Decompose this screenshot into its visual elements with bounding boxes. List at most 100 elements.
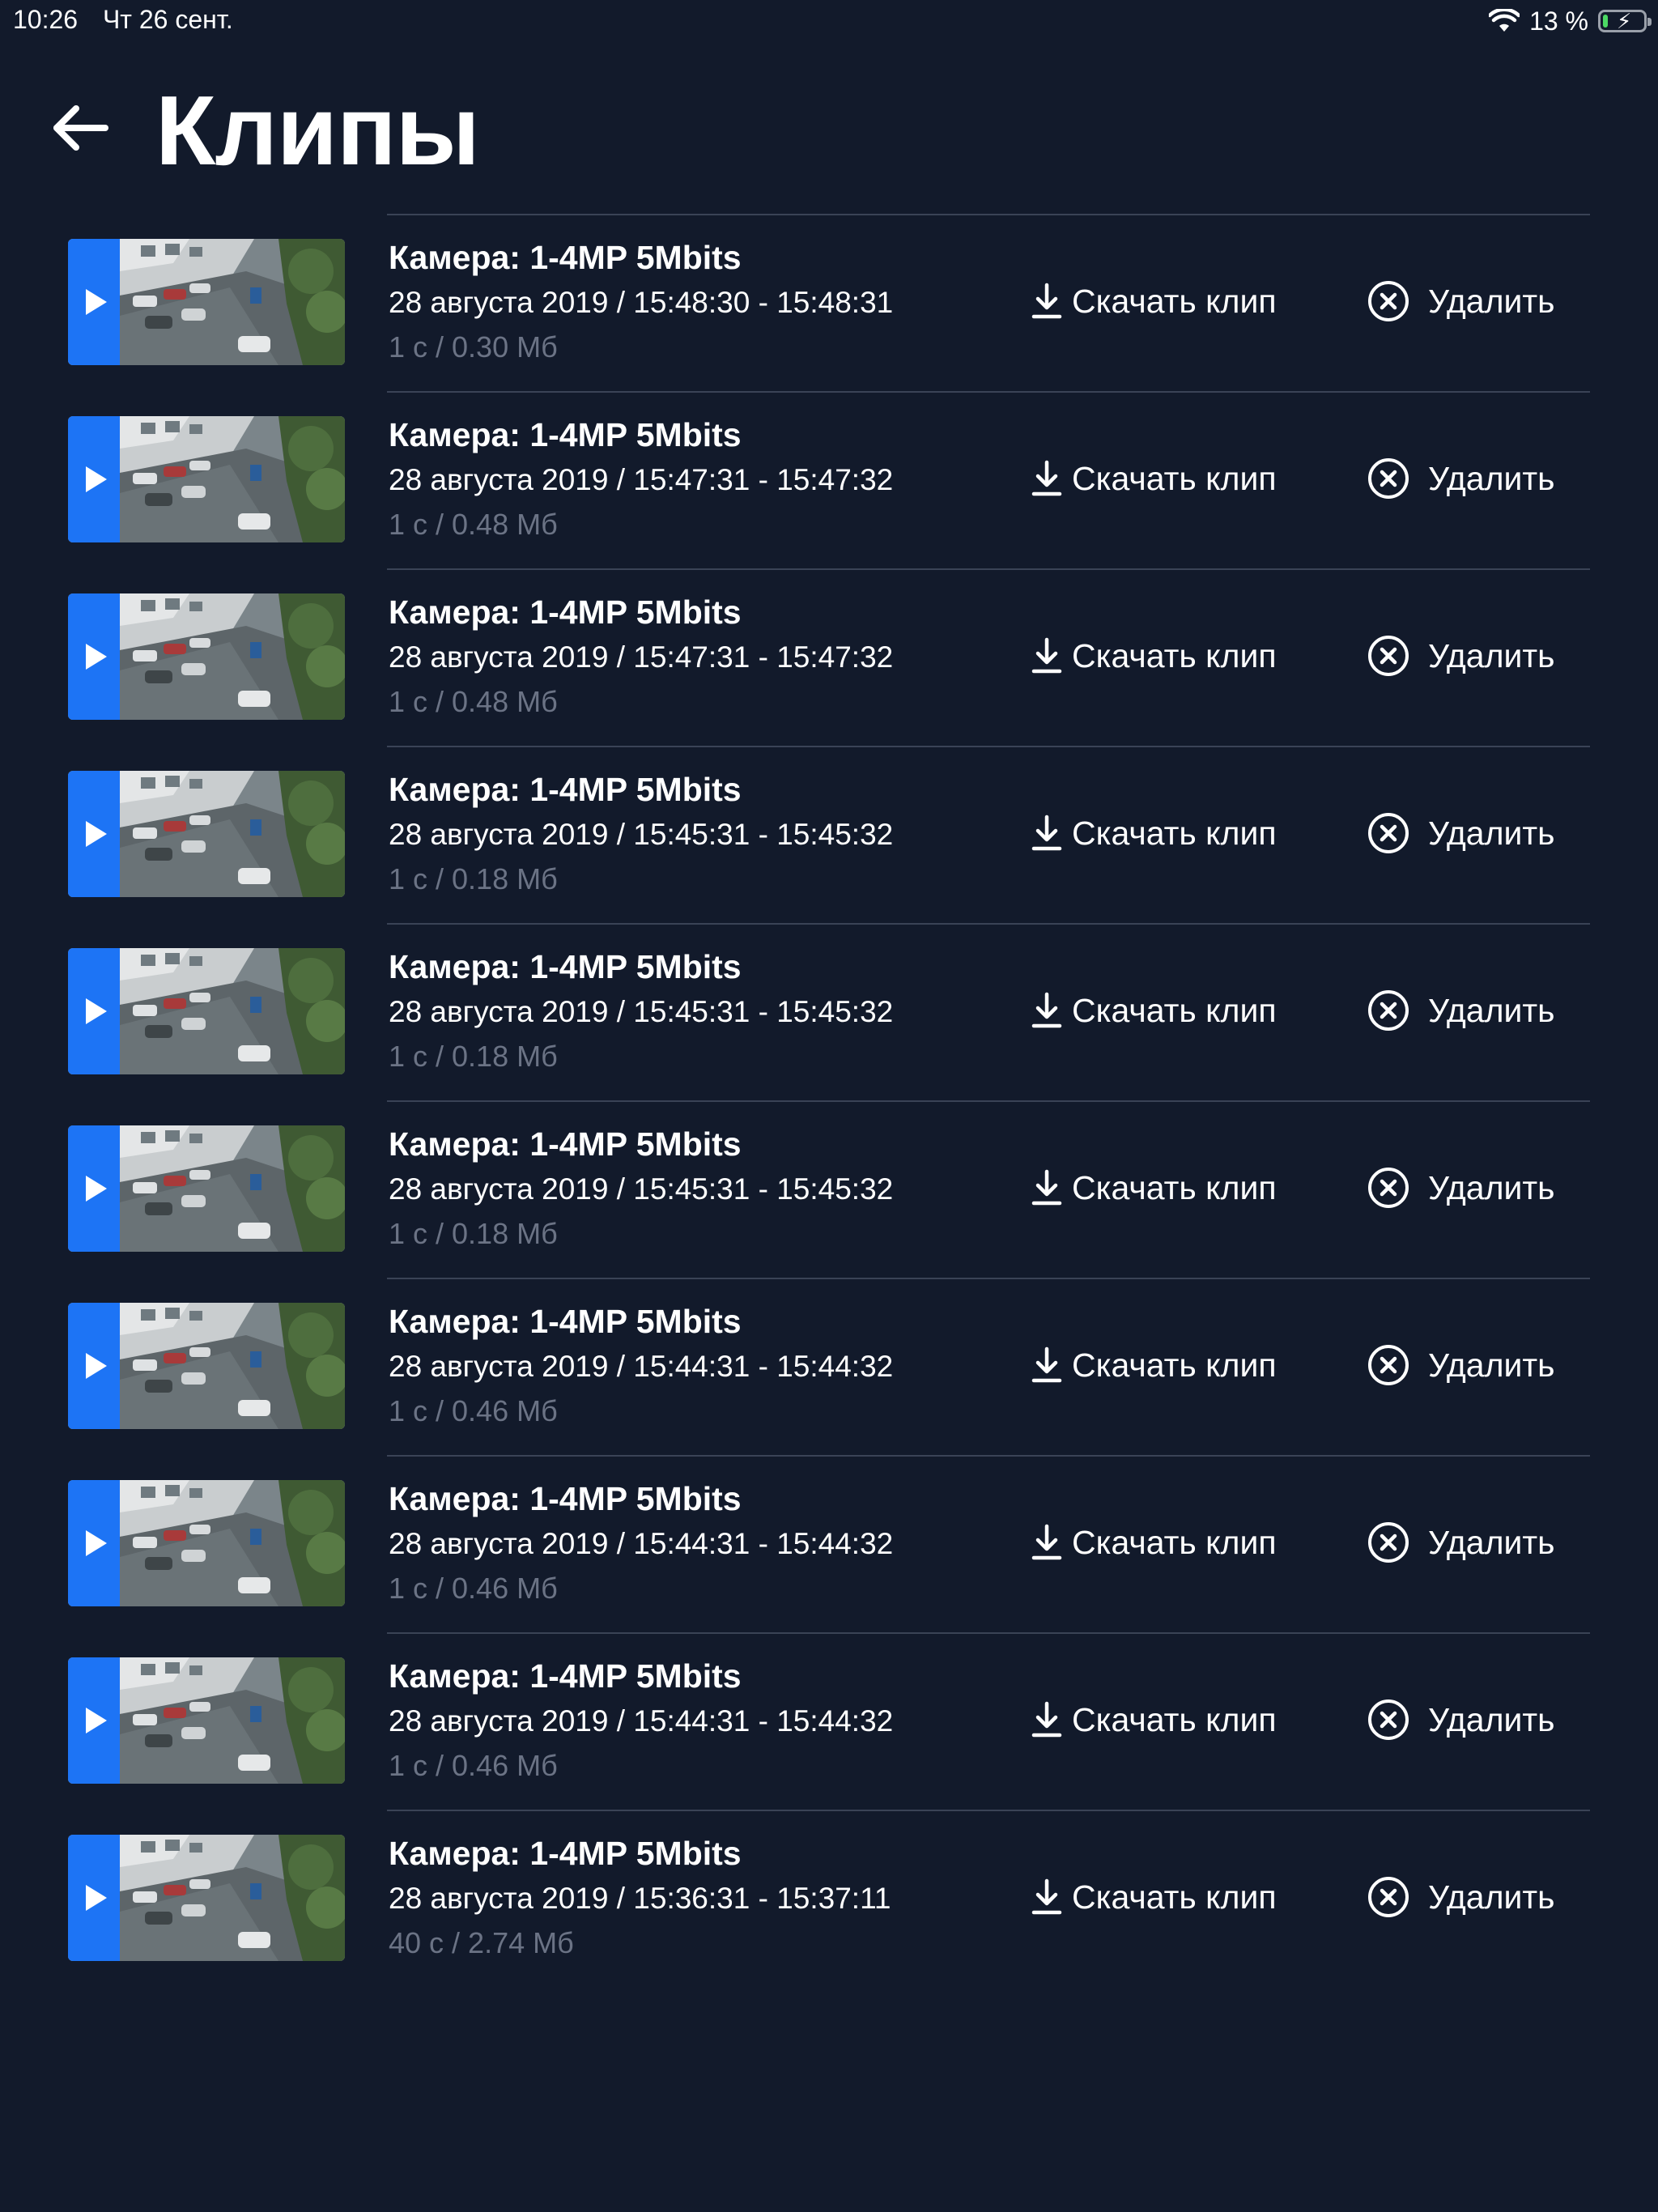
delete-clip-button[interactable]: Удалить xyxy=(1367,279,1555,324)
clip-thumbnail[interactable] xyxy=(68,1480,345,1606)
play-icon xyxy=(86,644,107,670)
clip-duration-size: 1 с / 0.46 Мб xyxy=(389,1749,558,1782)
download-clip-button[interactable]: Скачать клип xyxy=(1031,988,1277,1033)
close-circle-icon xyxy=(1367,457,1410,500)
delete-label: Удалить xyxy=(1428,1700,1555,1738)
download-label: Скачать клип xyxy=(1072,1168,1277,1206)
clip-thumbnail[interactable] xyxy=(68,1657,345,1784)
download-icon xyxy=(1031,637,1062,674)
clip-list: Камера: 1-4MP 5Mbits 28 августа 2019 / 1… xyxy=(0,214,1658,1987)
close-circle-icon xyxy=(1367,989,1410,1032)
download-label: Скачать клип xyxy=(1072,1700,1277,1738)
download-icon xyxy=(1031,1878,1062,1916)
download-clip-button[interactable]: Скачать клип xyxy=(1031,810,1277,856)
download-clip-button[interactable]: Скачать клип xyxy=(1031,1520,1277,1565)
row-divider xyxy=(387,1455,1590,1457)
delete-label: Удалить xyxy=(1428,991,1555,1029)
download-label: Скачать клип xyxy=(1072,636,1277,674)
delete-clip-button[interactable]: Удалить xyxy=(1367,1697,1555,1742)
delete-clip-button[interactable]: Удалить xyxy=(1367,456,1555,501)
delete-clip-button[interactable]: Удалить xyxy=(1367,1874,1555,1920)
row-divider xyxy=(387,1632,1590,1634)
delete-clip-button[interactable]: Удалить xyxy=(1367,1342,1555,1388)
clip-info: Камера: 1-4MP 5Mbits 28 августа 2019 / 1… xyxy=(389,946,1020,1077)
delete-label: Удалить xyxy=(1428,459,1555,497)
row-divider xyxy=(387,391,1590,393)
clip-row: Камера: 1-4MP 5Mbits 28 августа 2019 / 1… xyxy=(0,391,1658,568)
download-icon xyxy=(1031,283,1062,320)
clip-camera-name: Камера: 1-4MP 5Mbits xyxy=(389,1125,742,1163)
download-clip-button[interactable]: Скачать клип xyxy=(1031,1697,1277,1742)
download-clip-button[interactable]: Скачать клип xyxy=(1031,633,1277,678)
play-button[interactable] xyxy=(68,1125,120,1252)
clip-duration-size: 1 с / 0.18 Мб xyxy=(389,1040,558,1073)
play-icon xyxy=(86,998,107,1024)
page-title: Клипы xyxy=(155,75,480,185)
delete-label: Удалить xyxy=(1428,1346,1555,1384)
row-divider xyxy=(387,923,1590,925)
close-circle-icon xyxy=(1367,811,1410,855)
status-bar: 10:26 Чт 26 сент. 13 % ⚡ xyxy=(0,0,1658,42)
download-label: Скачать клип xyxy=(1072,282,1277,320)
clip-date-range: 28 августа 2019 / 15:45:31 - 15:45:32 xyxy=(389,995,894,1028)
play-button[interactable] xyxy=(68,1657,120,1784)
clip-date-range: 28 августа 2019 / 15:44:31 - 15:44:32 xyxy=(389,1527,894,1560)
play-button[interactable] xyxy=(68,1480,120,1606)
clip-duration-size: 1 с / 0.46 Мб xyxy=(389,1394,558,1427)
delete-clip-button[interactable]: Удалить xyxy=(1367,633,1555,678)
clip-thumbnail[interactable] xyxy=(68,416,345,542)
play-button[interactable] xyxy=(68,593,120,720)
download-clip-button[interactable]: Скачать клип xyxy=(1031,1874,1277,1920)
download-icon xyxy=(1031,1701,1062,1738)
battery-tip xyxy=(1647,18,1652,26)
clip-row: Камера: 1-4MP 5Mbits 28 августа 2019 / 1… xyxy=(0,1100,1658,1278)
close-circle-icon xyxy=(1367,1343,1410,1387)
clip-date-range: 28 августа 2019 / 15:44:31 - 15:44:32 xyxy=(389,1704,894,1738)
download-clip-button[interactable]: Скачать клип xyxy=(1031,279,1277,324)
delete-clip-button[interactable]: Удалить xyxy=(1367,1520,1555,1565)
clip-thumbnail[interactable] xyxy=(68,948,345,1074)
play-button[interactable] xyxy=(68,416,120,542)
download-clip-button[interactable]: Скачать клип xyxy=(1031,1342,1277,1388)
close-circle-icon xyxy=(1367,279,1410,323)
download-clip-button[interactable]: Скачать клип xyxy=(1031,1165,1277,1210)
clip-info: Камера: 1-4MP 5Mbits 28 августа 2019 / 1… xyxy=(389,1123,1020,1254)
download-label: Скачать клип xyxy=(1072,814,1277,852)
clip-duration-size: 1 с / 0.18 Мб xyxy=(389,862,558,895)
close-circle-icon xyxy=(1367,634,1410,678)
clip-row: Камера: 1-4MP 5Mbits 28 августа 2019 / 1… xyxy=(0,1632,1658,1810)
delete-label: Удалить xyxy=(1428,282,1555,320)
clip-date-range: 28 августа 2019 / 15:47:31 - 15:47:32 xyxy=(389,640,894,674)
play-button[interactable] xyxy=(68,1835,120,1961)
close-circle-icon xyxy=(1367,1698,1410,1742)
play-button[interactable] xyxy=(68,948,120,1074)
clip-date-range: 28 августа 2019 / 15:44:31 - 15:44:32 xyxy=(389,1350,894,1383)
clip-camera-name: Камера: 1-4MP 5Mbits xyxy=(389,593,742,631)
clip-date-range: 28 августа 2019 / 15:48:30 - 15:48:31 xyxy=(389,286,894,319)
clip-thumbnail[interactable] xyxy=(68,239,345,365)
clip-thumbnail[interactable] xyxy=(68,593,345,720)
download-icon xyxy=(1031,1346,1062,1384)
delete-clip-button[interactable]: Удалить xyxy=(1367,988,1555,1033)
delete-clip-button[interactable]: Удалить xyxy=(1367,1165,1555,1210)
clip-thumbnail[interactable] xyxy=(68,1835,345,1961)
clip-info: Камера: 1-4MP 5Mbits 28 августа 2019 / 1… xyxy=(389,1300,1020,1431)
clip-thumbnail[interactable] xyxy=(68,771,345,897)
play-icon xyxy=(86,289,107,315)
clip-camera-name: Камера: 1-4MP 5Mbits xyxy=(389,1835,742,1872)
play-button[interactable] xyxy=(68,771,120,897)
clip-info: Камера: 1-4MP 5Mbits 28 августа 2019 / 1… xyxy=(389,236,1020,368)
clip-thumbnail[interactable] xyxy=(68,1125,345,1252)
clip-thumbnail[interactable] xyxy=(68,1303,345,1429)
wifi-icon xyxy=(1489,9,1520,33)
play-button[interactable] xyxy=(68,239,120,365)
play-icon xyxy=(86,1708,107,1733)
clip-row: Камера: 1-4MP 5Mbits 28 августа 2019 / 1… xyxy=(0,214,1658,391)
download-icon xyxy=(1031,1524,1062,1561)
clip-camera-name: Камера: 1-4MP 5Mbits xyxy=(389,948,742,985)
download-label: Скачать клип xyxy=(1072,1523,1277,1561)
arrow-left-icon[interactable] xyxy=(49,96,113,160)
delete-clip-button[interactable]: Удалить xyxy=(1367,810,1555,856)
play-button[interactable] xyxy=(68,1303,120,1429)
download-clip-button[interactable]: Скачать клип xyxy=(1031,456,1277,501)
